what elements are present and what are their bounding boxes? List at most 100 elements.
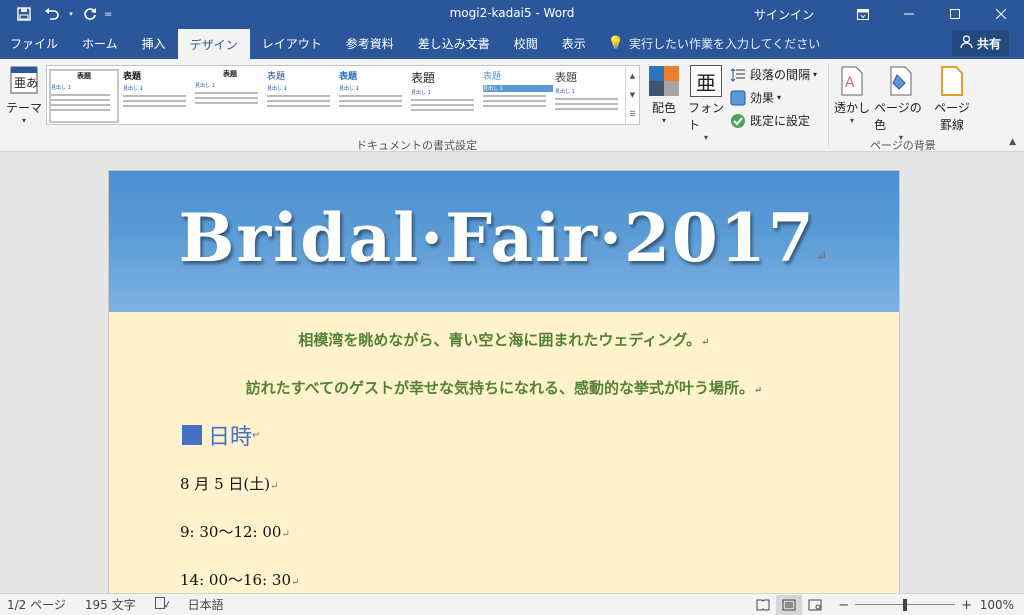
paragraph-mark: ↵	[252, 429, 261, 441]
colors-icon	[649, 66, 679, 96]
word-count[interactable]: 195 文字	[85, 596, 136, 613]
watermark-label: 透かし	[834, 101, 871, 115]
themes-label: テーマ	[6, 101, 43, 115]
signin-link[interactable]: サインイン	[754, 6, 814, 23]
ribbon-design: 亜あ テーマ ▾ 表題 見出し 1 表題 見出し 1 表題 見出し 1 表題 見…	[0, 59, 1024, 152]
zoom-level[interactable]: 100%	[972, 598, 1014, 612]
tab-layout[interactable]: レイアウト	[250, 28, 334, 59]
close-button[interactable]	[978, 0, 1024, 28]
ribbon-display-icon	[857, 8, 869, 20]
minimize-button[interactable]	[886, 0, 932, 28]
tab-references[interactable]: 参考資料	[334, 28, 406, 59]
web-layout-button[interactable]	[802, 595, 828, 615]
style-set-item[interactable]: 表題 見出し 1	[339, 69, 409, 123]
colors-button[interactable]: 配色 ▾	[646, 65, 682, 125]
ribbon-display-options-button[interactable]	[840, 0, 886, 28]
collapse-ribbon-icon[interactable]: ▲	[1009, 137, 1016, 147]
chevron-down-icon[interactable]: ▼	[630, 91, 635, 99]
chevron-down-icon: ▾	[777, 93, 782, 102]
style-set-item[interactable]: 表題 見出し 1	[555, 69, 625, 123]
style-set-item[interactable]: 表題 見出し 1	[123, 69, 193, 123]
set-as-default-button[interactable]: 既定に設定	[730, 112, 810, 129]
zoom-slider-thumb[interactable]	[903, 599, 908, 611]
print-layout-button[interactable]	[776, 595, 803, 615]
save-button[interactable]	[10, 0, 38, 28]
paragraph-spacing-button[interactable]: 段落の間隔 ▾	[730, 66, 817, 83]
style-set-gallery[interactable]: 表題 見出し 1 表題 見出し 1 表題 見出し 1 表題 見出し 1 表題 見…	[46, 65, 640, 125]
square-bullet-icon	[182, 425, 202, 445]
zoom-slider[interactable]	[855, 595, 956, 615]
zoom-in-button[interactable]: +	[961, 598, 972, 613]
event-time-1-text: 9: 30〜12: 00	[180, 523, 282, 541]
intro-line-1-text: 相模湾を眺めながら、青い空と海に囲まれたウェディング。	[298, 331, 702, 349]
tab-mailings[interactable]: 差し込み文書	[406, 28, 502, 59]
style-set-item[interactable]: 表題 見出し 1	[195, 69, 265, 123]
tab-insert[interactable]: 挿入	[130, 28, 178, 59]
read-mode-button[interactable]	[750, 595, 776, 615]
status-bar: 1/2 ページ 195 文字 日本語 − + 100%	[0, 593, 1024, 615]
tab-view[interactable]: 表示	[550, 28, 598, 59]
page-count[interactable]: 1/2 ページ	[7, 596, 66, 613]
effects-icon	[730, 90, 746, 105]
tell-me-placeholder: 実行したい作業を入力してください	[628, 37, 821, 51]
event-time-2-text: 14: 00〜16: 30	[180, 571, 291, 589]
paragraph-mark: ↵	[815, 249, 830, 265]
style-set-item[interactable]: 表題 見出し 1	[411, 69, 481, 123]
restore-button[interactable]	[932, 0, 978, 28]
document-page[interactable]: Bridal·Fair·2017↵ 相模湾を眺めながら、青い空と海に囲まれたウェ…	[108, 170, 900, 593]
document-area[interactable]: Bridal·Fair·2017↵ 相模湾を眺めながら、青い空と海に囲まれたウェ…	[0, 152, 1024, 593]
page-borders-label-line1: ページ	[934, 101, 970, 115]
chevron-down-icon: ▾	[849, 116, 854, 125]
zoom-out-button[interactable]: −	[838, 598, 849, 613]
watermark-button[interactable]: A 透かし ▾	[834, 65, 870, 125]
section-heading-text: 日時	[208, 425, 253, 450]
tab-home[interactable]: ホーム	[70, 28, 130, 59]
banner-title: Bridal·Fair·2017↵	[109, 199, 899, 277]
close-icon	[996, 9, 1006, 19]
language-indicator[interactable]: 日本語	[188, 596, 224, 613]
chevron-up-icon[interactable]: ▲	[630, 72, 635, 80]
gallery-scroll[interactable]: ▲ ▼ ☰	[625, 66, 639, 124]
paragraph-mark: ↵	[291, 577, 300, 588]
page-color-icon	[890, 66, 912, 96]
chevron-down-icon: ▾	[703, 133, 708, 142]
themes-button[interactable]: 亜あ テーマ ▾	[6, 65, 42, 125]
redo-icon	[84, 8, 96, 20]
fonts-button[interactable]: 亜 フォント ▾	[688, 65, 724, 142]
event-date: 8 月 5 日(土)↵	[180, 473, 279, 494]
page-color-button[interactable]: ページの色 ▾	[874, 65, 928, 142]
customize-qat-button[interactable]: =	[104, 0, 112, 28]
web-layout-icon	[808, 599, 822, 611]
redo-button[interactable]	[76, 0, 104, 28]
tab-file[interactable]: ファイル	[0, 28, 70, 59]
ribbon-tabs: ファイル ホーム 挿入 デザイン レイアウト 参考資料 差し込み文書 校閲 表示…	[0, 28, 1024, 59]
effects-button[interactable]: 効果 ▾	[730, 89, 781, 106]
undo-button[interactable]	[38, 0, 66, 28]
paragraph-mark: ↵	[753, 385, 763, 396]
tab-review[interactable]: 校閲	[502, 28, 550, 59]
chevron-down-icon: ▾	[21, 116, 26, 125]
fonts-icon: 亜	[690, 65, 722, 97]
tab-design[interactable]: デザイン	[177, 29, 250, 59]
paragraph-mark: ↵	[701, 337, 710, 348]
chevron-down-icon: ▾	[813, 70, 818, 79]
tell-me-box[interactable]: 💡 実行したい作業を入力してください	[608, 28, 820, 59]
style-set-item[interactable]: 表題 見出し 1	[49, 69, 119, 123]
paragraph-spacing-icon	[730, 67, 745, 82]
gallery-more-icon[interactable]: ☰	[629, 110, 635, 118]
share-label: 共有	[976, 36, 1001, 51]
colors-label: 配色	[651, 101, 676, 115]
event-date-text: 8 月 5 日(土)	[180, 475, 271, 493]
style-set-item[interactable]: 表題 見出し 1	[483, 69, 553, 123]
fonts-label: フォント	[688, 101, 725, 132]
undo-dropdown[interactable]: ▾	[66, 0, 76, 28]
proofing-icon[interactable]	[154, 597, 170, 612]
group-divider	[828, 63, 829, 147]
share-button[interactable]: 共有	[951, 30, 1009, 56]
page-borders-button[interactable]: ページ 罫線	[934, 65, 970, 133]
watermark-icon: A	[841, 66, 863, 96]
page-borders-icon	[941, 66, 963, 96]
title-banner: Bridal·Fair·2017↵	[109, 171, 899, 312]
minimize-icon	[904, 13, 914, 15]
style-set-item[interactable]: 表題 見出し 1	[267, 69, 337, 123]
